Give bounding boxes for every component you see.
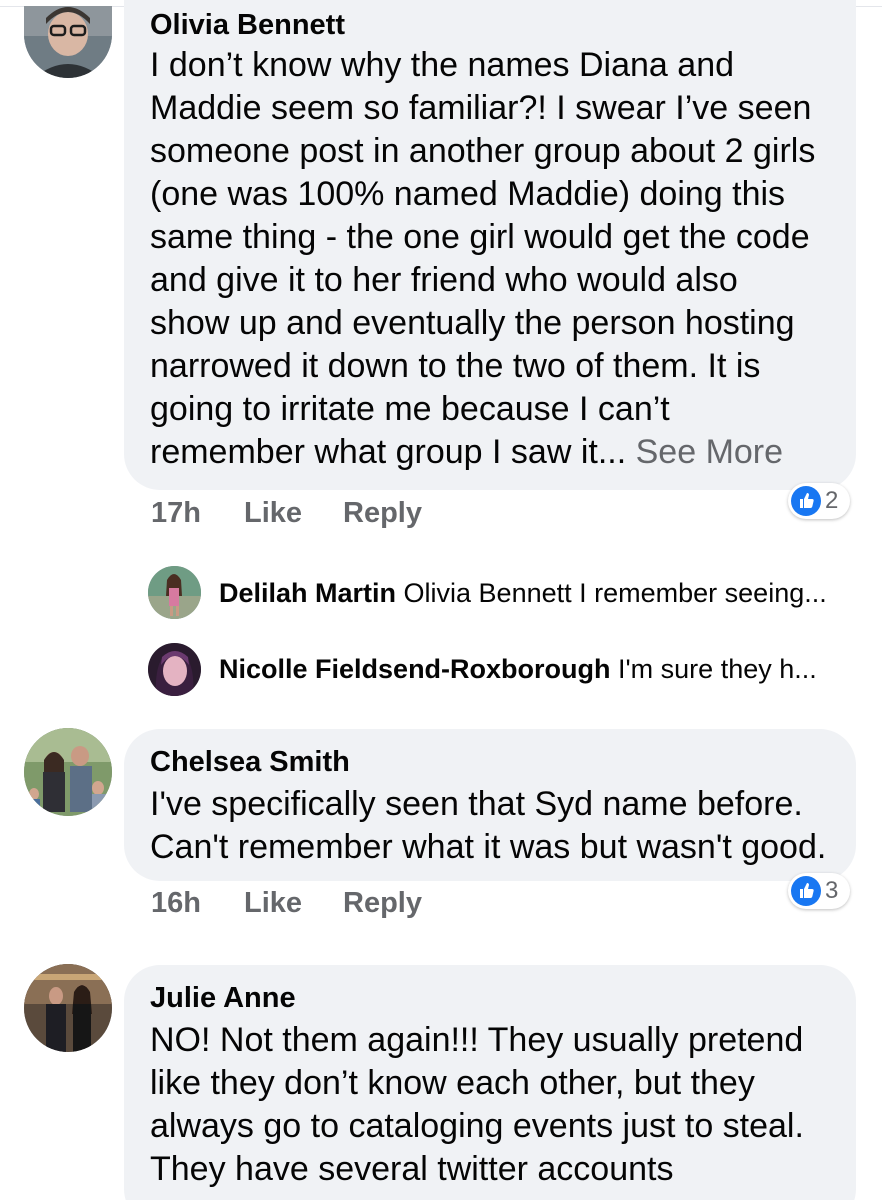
comment-line: show up and eventually the person hostin… bbox=[150, 304, 795, 342]
comment-author[interactable]: Olivia Bennett bbox=[150, 8, 345, 42]
like-button[interactable]: Like bbox=[244, 887, 302, 920]
comment-line: (one was 100% named Maddie) doing this bbox=[150, 175, 786, 213]
avatar-olivia-bennett[interactable] bbox=[24, 6, 112, 78]
avatar-julie-anne[interactable] bbox=[24, 964, 112, 1052]
avatar-chelsea-smith[interactable] bbox=[24, 728, 112, 816]
avatar-image bbox=[148, 566, 201, 619]
comment-text: NO! Not them again!!! They usually prete… bbox=[150, 1019, 850, 1191]
reply-author[interactable]: Nicolle Fieldsend-Roxborough bbox=[219, 654, 611, 684]
comment-line: Can't remember what it was but wasn't go… bbox=[150, 828, 827, 866]
reply-button[interactable]: Reply bbox=[343, 887, 422, 920]
comment-line: same thing - the one girl would get the … bbox=[150, 218, 810, 256]
reaction-count: 3 bbox=[825, 877, 839, 904]
comment-line: narrowed it down to the two of them. It … bbox=[150, 347, 761, 385]
comment-text: I don’t know why the names Diana and Mad… bbox=[150, 44, 850, 474]
comment-line: and give it to her friend who would also bbox=[150, 261, 738, 299]
comment-line: going to irritate me because I can’t bbox=[150, 390, 670, 428]
avatar-image bbox=[24, 728, 112, 816]
comment-text: I've specifically seen that Syd name bef… bbox=[150, 783, 850, 869]
comment-bubble-chelsea-smith: Chelsea Smith I've specifically seen tha… bbox=[124, 729, 856, 881]
comment-line: always go to cataloging events just to s… bbox=[150, 1107, 804, 1145]
comment-author[interactable]: Julie Anne bbox=[150, 981, 296, 1015]
reply-snippet: I'm sure they h... bbox=[610, 654, 817, 684]
reaction-count: 2 bbox=[825, 487, 839, 514]
see-more-link[interactable]: See More bbox=[626, 433, 783, 471]
reply-button[interactable]: Reply bbox=[343, 497, 422, 530]
comment-line: I don’t know why the names Diana and bbox=[150, 46, 735, 84]
comment-bubble-olivia-bennett: Olivia Bennett I don’t know why the name… bbox=[124, 0, 856, 490]
like-button[interactable]: Like bbox=[244, 497, 302, 530]
reply-preview[interactable]: Delilah Martin Olivia Bennett I remember… bbox=[219, 577, 827, 609]
comment-bubble-julie-anne: Julie Anne NO! Not them again!!! They us… bbox=[124, 965, 856, 1200]
comment-thread: Olivia Bennett I don’t know why the name… bbox=[0, 0, 882, 1200]
comment-line: like they don’t know each other, but the… bbox=[150, 1064, 755, 1102]
comment-timestamp[interactable]: 17h bbox=[151, 497, 201, 530]
avatar-image bbox=[24, 6, 112, 78]
reply-preview[interactable]: Nicolle Fieldsend-Roxborough I'm sure th… bbox=[219, 653, 817, 685]
avatar-image bbox=[24, 964, 112, 1052]
reply-snippet: Olivia Bennett I remember seeing... bbox=[396, 578, 827, 608]
reaction-summary[interactable]: 2 bbox=[788, 483, 850, 519]
reply-author[interactable]: Delilah Martin bbox=[219, 578, 396, 608]
comment-line: I've specifically seen that Syd name bef… bbox=[150, 785, 803, 823]
avatar-nicolle-fieldsend-roxborough[interactable] bbox=[148, 643, 201, 696]
avatar-image bbox=[148, 643, 201, 696]
comment-line: Maddie seem so familiar?! I swear I’ve s… bbox=[150, 89, 812, 127]
thumbs-up-icon bbox=[791, 486, 821, 516]
comment-line-last: remember what group I saw it... See More bbox=[150, 431, 850, 474]
comment-timestamp[interactable]: 16h bbox=[151, 887, 201, 920]
comment-line: remember what group I saw it... bbox=[150, 433, 627, 471]
comment-line: someone post in another group about 2 gi… bbox=[150, 132, 816, 170]
comment-line: They have several twitter accounts bbox=[150, 1150, 674, 1188]
thumbs-up-icon bbox=[791, 876, 821, 906]
comment-author[interactable]: Chelsea Smith bbox=[150, 745, 350, 779]
reaction-summary[interactable]: 3 bbox=[788, 873, 850, 909]
avatar-delilah-martin[interactable] bbox=[148, 566, 201, 619]
comment-line: NO! Not them again!!! They usually prete… bbox=[150, 1021, 804, 1059]
